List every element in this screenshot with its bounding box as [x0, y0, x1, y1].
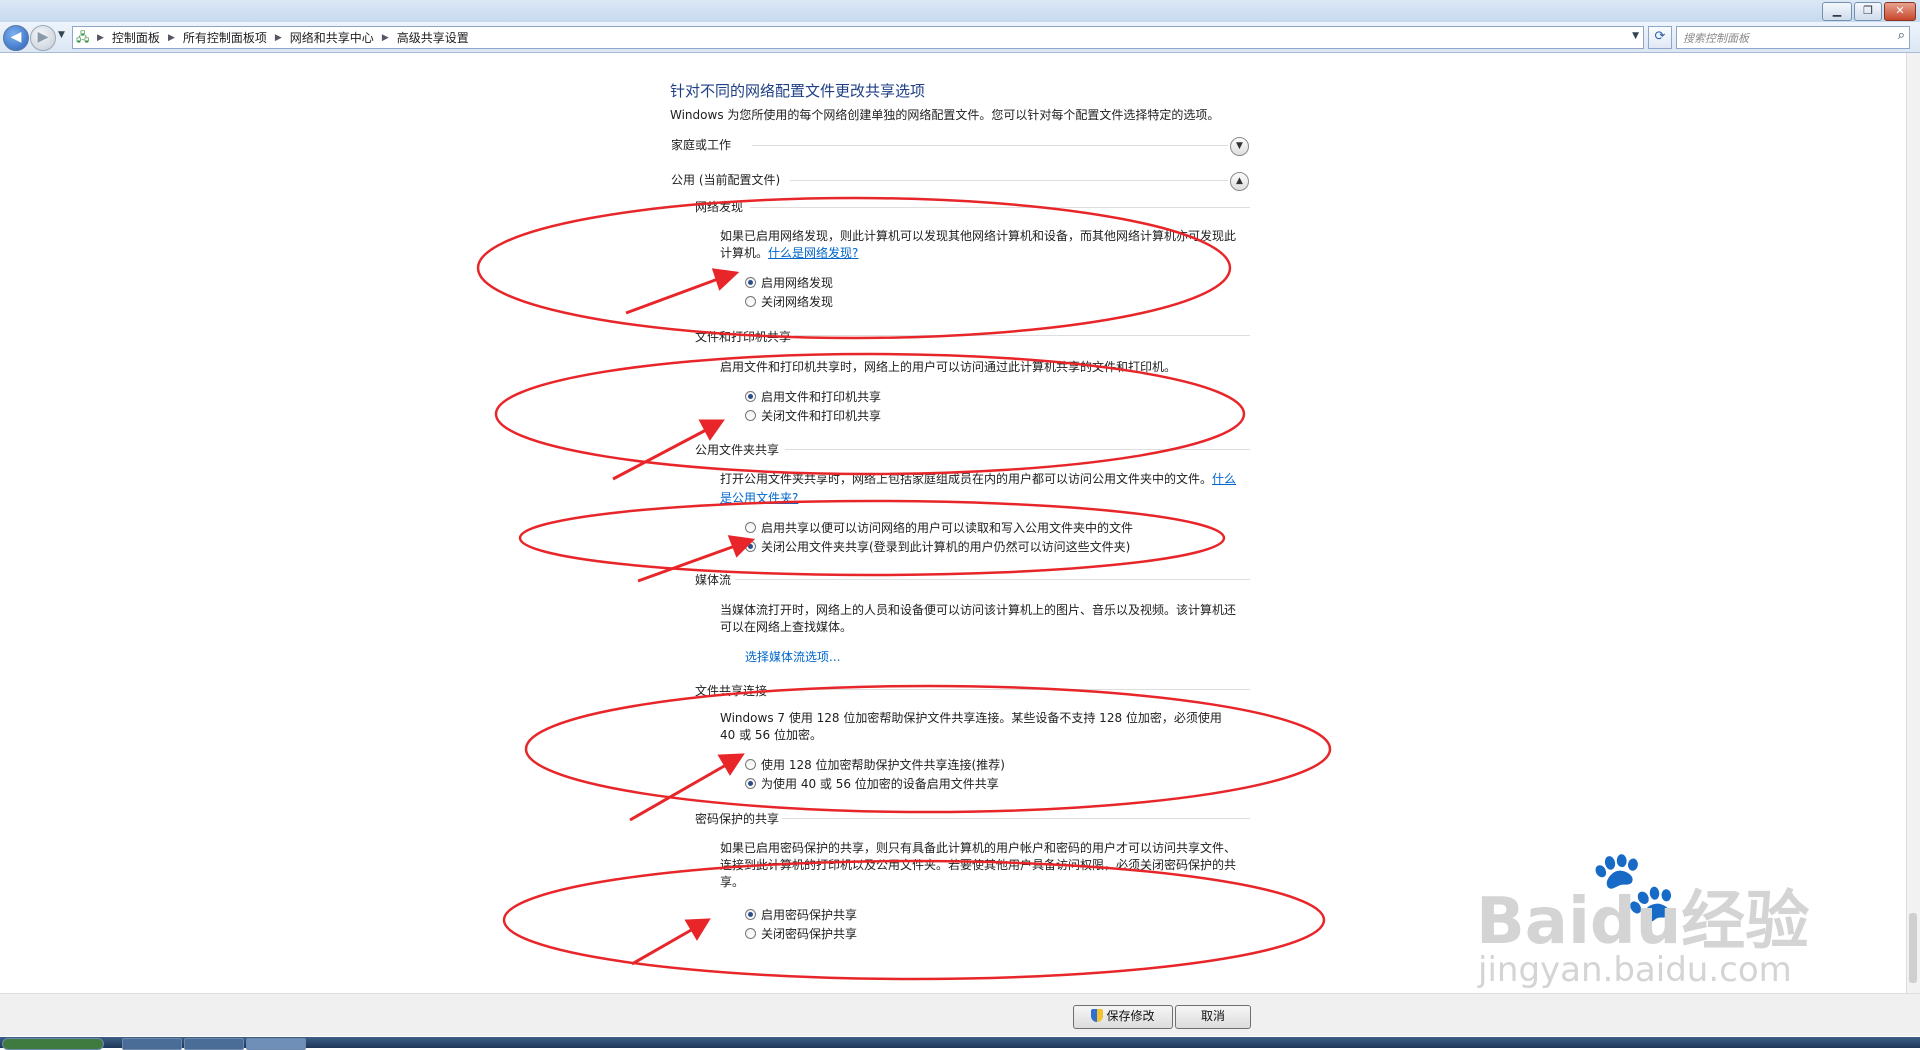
cancel-button[interactable]: 取消	[1175, 1005, 1251, 1029]
section-title-file-printer: 文件和打印机共享	[695, 330, 792, 344]
start-orb-icon[interactable]	[2, 1038, 104, 1050]
forward-arrow-icon[interactable]: ▶	[30, 25, 56, 51]
radio-enable-password-sharing[interactable]	[745, 909, 756, 920]
annotation-arrowhead	[684, 918, 711, 941]
what-is-public-folder-link-cont[interactable]: 是公用文件夹?	[720, 489, 798, 506]
back-arrow-icon[interactable]: ◀	[3, 25, 29, 51]
label-disable-password-sharing[interactable]: 关闭密码保护共享	[761, 925, 857, 942]
network-discovery-description: 如果已启用网络发现，则此计算机可以发现其他网络计算机和设备，而其他网络计算机亦可…	[720, 229, 1237, 260]
button-footer	[0, 993, 1920, 1036]
address-dropdown-icon[interactable]: ▼	[1632, 31, 1639, 41]
radio-disable-network-discovery[interactable]	[745, 296, 756, 307]
breadcrumb-chevron-icon[interactable]: ▶	[275, 33, 282, 43]
save-changes-button[interactable]: 保存修改	[1073, 1005, 1173, 1029]
label-enable-password-sharing[interactable]: 启用密码保护共享	[761, 906, 857, 923]
annotation-arrowhead	[698, 419, 725, 441]
section-title-public-folder: 公用文件夹共享	[695, 443, 780, 457]
scrollbar-thumb[interactable]	[1909, 913, 1917, 983]
divider	[752, 145, 1228, 146]
radio-disable-password-sharing[interactable]	[745, 928, 756, 939]
refresh-icon[interactable]: ⟳	[1648, 26, 1672, 49]
label-40-56-bit-encryption[interactable]: 为使用 40 或 56 位加密的设备启用文件共享	[761, 775, 999, 792]
what-is-network-discovery-link[interactable]: 什么是网络发现?	[768, 246, 858, 260]
section-title-media-streaming: 媒体流	[695, 573, 732, 587]
page-description: Windows 为您所使用的每个网络创建单独的网络配置文件。您可以针对每个配置文…	[670, 108, 1220, 122]
expand-chevron-down-icon[interactable]: ▼	[1230, 137, 1249, 156]
navigation-bar: ◀ ▶ ▼ 🖧 ▶ 控制面板 ▶ 所有控制面板项 ▶ 网络和共享中心 ▶ 高级共…	[0, 22, 1920, 53]
label-enable-public-folder[interactable]: 启用共享以便可以访问网络的用户可以读取和写入公用文件夹中的文件	[761, 519, 1133, 536]
annotation-arrowhead	[717, 753, 745, 776]
vertical-scrollbar[interactable]	[1906, 53, 1920, 999]
breadcrumb-advanced-sharing[interactable]: 高级共享设置	[397, 29, 469, 46]
breadcrumb-chevron-icon[interactable]: ▶	[382, 33, 389, 43]
search-icon[interactable]: ⌕	[1898, 28, 1905, 43]
what-is-public-folder-link[interactable]: 什么	[1212, 472, 1236, 486]
collapse-chevron-up-icon[interactable]: ▲	[1230, 172, 1249, 191]
divider	[785, 449, 1250, 450]
password-sharing-description: 如果已启用密码保护的共享，则只有具备此计算机的用户帐户和密码的用户才可以访问共享…	[720, 841, 1237, 889]
breadcrumb-all-items[interactable]: 所有控制面板项	[183, 29, 267, 46]
label-disable-file-printer[interactable]: 关闭文件和打印机共享	[761, 407, 881, 424]
search-box[interactable]: 搜索控制面板 ⌕	[1676, 26, 1910, 49]
taskbar-button-control-panel[interactable]	[246, 1038, 306, 1050]
divider	[790, 180, 1228, 181]
search-input[interactable]: 搜索控制面板	[1683, 30, 1749, 46]
recent-pages-dropdown-icon[interactable]: ▼	[58, 30, 65, 40]
profile-home-work-label[interactable]: 家庭或工作	[671, 136, 731, 153]
section-title-network-discovery: 网络发现	[695, 200, 744, 214]
label-128-bit-encryption[interactable]: 使用 128 位加密帮助保护文件共享连接(推荐)	[761, 756, 1005, 773]
radio-enable-file-printer[interactable]	[745, 391, 756, 402]
annotation-arrow	[631, 927, 694, 966]
breadcrumb-control-panel[interactable]: 控制面板	[112, 29, 160, 46]
annotation-ellipse	[524, 684, 1332, 814]
taskbar-button-browser[interactable]	[122, 1038, 182, 1050]
breadcrumb-root-chevron-icon[interactable]: ▶	[97, 33, 104, 43]
label-disable-network-discovery[interactable]: 关闭网络发现	[761, 293, 833, 310]
annotation-ellipse	[476, 196, 1232, 340]
annotation-arrow	[625, 277, 719, 315]
taskbar	[0, 1037, 1920, 1050]
minimize-button[interactable]: ▁	[1822, 2, 1852, 21]
radio-enable-public-folder[interactable]	[745, 522, 756, 533]
breadcrumb-chevron-icon[interactable]: ▶	[168, 33, 175, 43]
divider	[795, 335, 1250, 336]
uac-shield-icon	[1091, 1009, 1104, 1022]
public-folder-description: 打开公用文件夹共享时，网络上包括家庭组成员在内的用户都可以访问公用文件夹中的文件…	[720, 472, 1237, 486]
network-folder-icon: 🖧	[76, 30, 90, 44]
file-sharing-connections-description: Windows 7 使用 128 位加密帮助保护文件共享连接。某些设备不支持 1…	[720, 711, 1222, 742]
divider	[735, 579, 1250, 580]
maximize-button[interactable]: ❐	[1854, 2, 1882, 21]
breadcrumb-network-center[interactable]: 网络和共享中心	[290, 29, 374, 46]
radio-enable-network-discovery[interactable]	[745, 277, 756, 288]
section-title-password-sharing: 密码保护的共享	[695, 812, 780, 826]
label-enable-network-discovery[interactable]: 启用网络发现	[761, 274, 833, 291]
file-printer-description: 启用文件和打印机共享时，网络上的用户可以访问通过此计算机共享的文件和打印机。	[720, 360, 1177, 374]
label-enable-file-printer[interactable]: 启用文件和打印机共享	[761, 388, 881, 405]
divider	[750, 207, 1250, 208]
annotation-arrow	[612, 428, 707, 481]
divider	[782, 818, 1250, 819]
radio-disable-file-printer[interactable]	[745, 410, 756, 421]
address-bar[interactable]: 🖧 ▶ 控制面板 ▶ 所有控制面板项 ▶ 网络和共享中心 ▶ 高级共享设置 ▼	[72, 26, 1644, 49]
choose-media-streaming-link[interactable]: 选择媒体流选项...	[745, 648, 840, 665]
taskbar-button-explorer[interactable]	[184, 1038, 244, 1050]
watermark-brand: Baidu经验	[1476, 885, 1810, 959]
annotation-arrowhead	[711, 268, 740, 291]
window-titlebar: ▁ ❐ ✕	[0, 0, 1920, 23]
watermark-url: jingyan.baidu.com	[1478, 950, 1792, 990]
media-streaming-description: 当媒体流打开时，网络上的人员和设备便可以访问该计算机上的图片、音乐以及视频。该计…	[720, 603, 1237, 634]
radio-128-bit-encryption[interactable]	[745, 759, 756, 770]
close-button[interactable]: ✕	[1884, 2, 1916, 21]
divider	[780, 689, 1250, 690]
section-title-file-sharing-connections: 文件共享连接	[695, 684, 768, 698]
profile-public-label[interactable]: 公用 (当前配置文件)	[671, 171, 780, 188]
label-disable-public-folder[interactable]: 关闭公用文件夹共享(登录到此计算机的用户仍然可以访问这些文件夹)	[761, 538, 1130, 555]
radio-40-56-bit-encryption[interactable]	[745, 778, 756, 789]
radio-disable-public-folder[interactable]	[745, 541, 756, 552]
page-title: 针对不同的网络配置文件更改共享选项	[670, 82, 926, 100]
